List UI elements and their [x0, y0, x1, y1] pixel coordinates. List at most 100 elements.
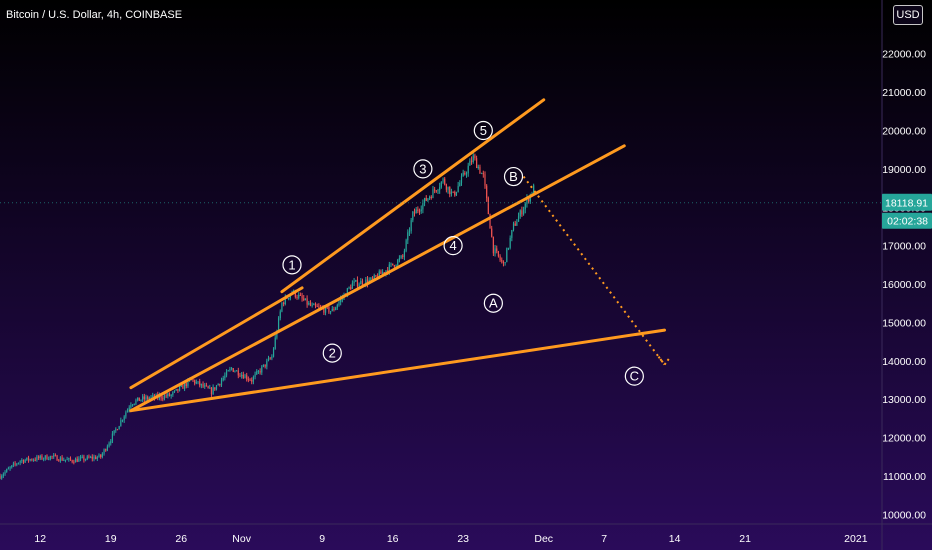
wave-label-3[interactable]: 3	[419, 161, 426, 176]
candle-body	[412, 211, 414, 221]
candle-body	[301, 295, 303, 299]
candle-body	[242, 374, 244, 379]
x-tick-label: 2021	[844, 533, 868, 545]
candle-body	[44, 455, 46, 459]
wave-label-2[interactable]: 2	[329, 346, 336, 361]
candle-body	[142, 396, 144, 400]
candle-body	[192, 379, 194, 381]
x-tick-label: Nov	[232, 533, 251, 545]
candle-body	[264, 364, 266, 367]
candle-body	[6, 469, 8, 472]
candle-body	[267, 358, 270, 361]
candle-body	[452, 191, 454, 193]
candle-body	[413, 211, 416, 214]
candle-body	[16, 463, 18, 465]
candle-body	[202, 383, 204, 387]
candle-body	[487, 198, 489, 215]
candle-body	[309, 302, 312, 306]
candle-body	[140, 399, 142, 401]
candle-body	[46, 455, 48, 460]
candle-body	[225, 371, 228, 376]
candle-body	[407, 232, 409, 241]
candle-body	[475, 158, 478, 169]
candle-body	[199, 381, 201, 386]
candle-body	[311, 304, 313, 306]
candle-body	[283, 302, 285, 305]
candle-body	[517, 216, 520, 222]
candle-body	[262, 364, 265, 367]
candle-body	[237, 370, 239, 376]
candle-body	[91, 456, 93, 459]
candle-body	[474, 155, 476, 159]
candle-body	[462, 172, 464, 177]
candle-body	[64, 459, 67, 461]
y-tick-label: 22000.00	[882, 49, 926, 61]
candle-body	[83, 456, 85, 461]
candle-body	[402, 255, 404, 257]
candle-body	[390, 263, 392, 265]
candle-body	[331, 308, 333, 312]
candle-body	[247, 379, 249, 381]
candle-body	[183, 383, 186, 389]
candle-body	[439, 186, 441, 191]
candle-body	[170, 394, 172, 396]
wave-label-5[interactable]: 5	[480, 123, 487, 138]
countdown-label: 02:02:38	[887, 216, 928, 228]
candle-body	[398, 258, 401, 260]
price-chart[interactable]: 10000.00 11000.00 12000.00 13000.00 14000.00…	[0, 0, 932, 550]
candle-body	[143, 396, 145, 400]
wave-label-C[interactable]: C	[630, 369, 639, 384]
candle-body	[126, 409, 129, 413]
candle-body	[133, 403, 135, 405]
candle-body	[2, 474, 4, 477]
candle-body	[470, 160, 473, 162]
wave-label-1[interactable]: 1	[288, 257, 295, 272]
candle-body	[496, 248, 498, 252]
candle-body	[7, 468, 9, 470]
candle-body	[220, 380, 223, 385]
x-tick-label: Dec	[534, 533, 553, 545]
wave-label-A[interactable]: A	[489, 296, 498, 311]
candle-body	[205, 385, 208, 387]
candle-body	[214, 387, 216, 390]
candle-body	[274, 337, 276, 349]
wave-label-4[interactable]: 4	[449, 238, 456, 253]
candle-body	[145, 396, 147, 400]
candle-body	[445, 184, 447, 190]
candle-body	[296, 297, 298, 299]
candle-body	[86, 456, 88, 460]
candle-body	[105, 449, 107, 451]
candle-body	[502, 261, 505, 264]
y-tick-label: 12000.00	[882, 433, 926, 445]
candle-body	[434, 189, 436, 191]
candle-body	[61, 457, 63, 461]
candle-body	[533, 185, 535, 194]
currency-button[interactable]: USD	[893, 5, 923, 25]
candle-body	[316, 306, 318, 308]
candle-body	[477, 166, 479, 169]
candle-body	[0, 475, 1, 479]
x-tick-label: 12	[34, 533, 46, 545]
candle-body	[194, 380, 196, 384]
candle-body	[147, 396, 149, 400]
candle-body	[103, 449, 105, 454]
candle-body	[175, 388, 177, 391]
candle-body	[355, 280, 357, 282]
candle-body	[210, 387, 213, 395]
y-tick-label: 15000.00	[882, 317, 926, 329]
candle-body	[39, 455, 41, 459]
candle-body	[506, 248, 508, 263]
candle-body	[437, 190, 439, 192]
wave-label-B[interactable]: B	[509, 169, 518, 184]
candle-body	[230, 368, 233, 370]
candle-body	[420, 209, 422, 212]
candle-body	[212, 387, 214, 395]
candle-body	[455, 191, 458, 196]
candle-body	[328, 306, 330, 313]
candle-body	[299, 294, 301, 296]
candle-body	[338, 301, 340, 306]
x-tick-label: 26	[175, 533, 187, 545]
candle-body	[261, 366, 263, 373]
candle-body	[298, 294, 300, 298]
candle-body	[415, 209, 417, 214]
